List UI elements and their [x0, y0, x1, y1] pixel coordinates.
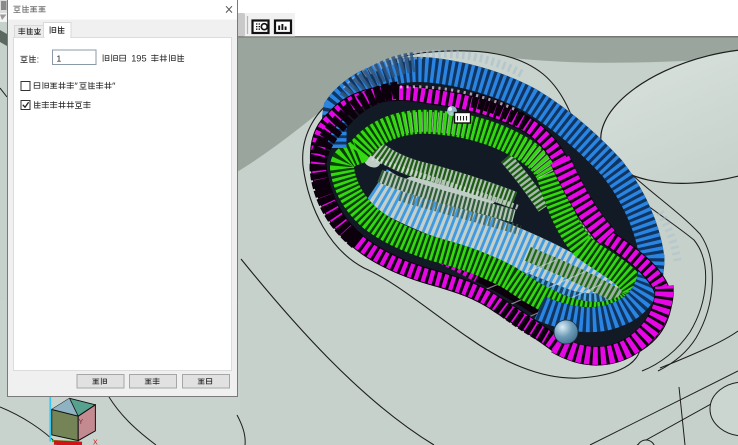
svg-text:1: 1 — [57, 54, 62, 64]
svg-text:X: X — [93, 440, 98, 445]
svg-text:Y: Y — [79, 419, 84, 426]
svg-text:5: 5 — [142, 54, 147, 64]
svg-text::: : — [37, 54, 40, 64]
